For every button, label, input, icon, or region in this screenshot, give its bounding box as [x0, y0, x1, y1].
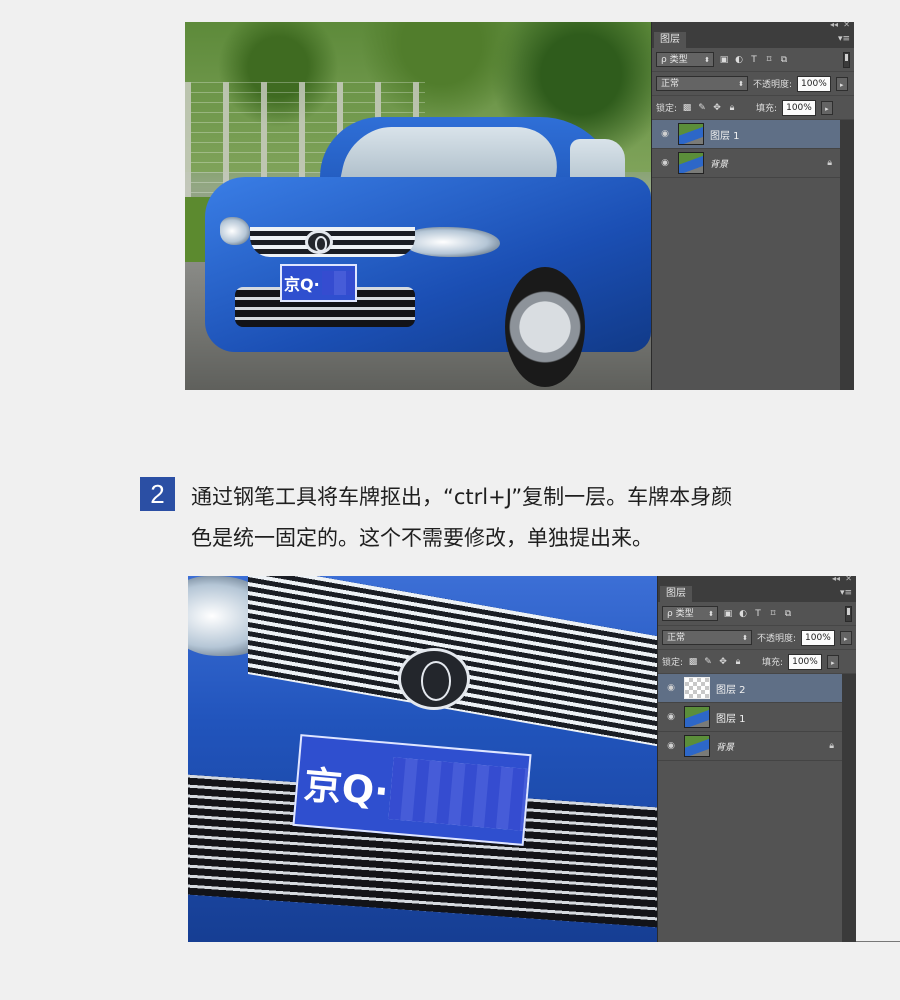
- lock-all-icon[interactable]: 🔒︎: [727, 103, 737, 113]
- lock-position-icon[interactable]: ✥: [712, 103, 722, 113]
- adjustment-filter-icon[interactable]: ◐: [734, 55, 744, 65]
- eye-icon[interactable]: ◉: [656, 158, 674, 168]
- shape-filter-icon[interactable]: ⌑: [764, 55, 774, 65]
- tab-layers[interactable]: 图层: [660, 586, 692, 602]
- layer-row-background[interactable]: ◉ 背景 🔒︎: [658, 732, 842, 761]
- opacity-label: 不透明度:: [757, 634, 797, 644]
- scrollbar[interactable]: [842, 674, 856, 942]
- layer-name: 图层 1: [716, 713, 746, 725]
- layer-name: 背景: [716, 742, 735, 753]
- car-photo-2: 京Q·: [188, 576, 657, 942]
- panel-menu-icon[interactable]: ▾≡: [838, 34, 850, 44]
- step-instruction: 通过钢笔工具将车牌抠出，“ctrl+J”复制一层。车牌本身颜 色是统一固定的。这…: [191, 477, 871, 559]
- layer-name: 图层 1: [710, 130, 740, 142]
- fill-input[interactable]: 100%: [782, 99, 816, 116]
- image-filter-icon[interactable]: ▣: [723, 609, 733, 619]
- lock-icon: 🔒︎: [829, 741, 834, 751]
- opacity-input[interactable]: 100%: [801, 629, 835, 646]
- panel-menu-icon[interactable]: ▾≡: [840, 588, 852, 598]
- layer-row-layer1[interactable]: ◉ 图层 1: [652, 120, 840, 149]
- layer-row-background[interactable]: ◉ 背景 🔒︎: [652, 149, 840, 178]
- adjustment-filter-icon[interactable]: ◐: [738, 609, 748, 619]
- screenshot-2: 京Q· ◂◂ ✕ 图层 ▾≡ ρ 类型 ⬍ ▣ ◐ T ⌑ ⧉ 正常 ⬍ 不透明…: [188, 576, 856, 942]
- fill-slider-button[interactable]: ▸: [820, 100, 833, 115]
- lock-position-icon[interactable]: ✥: [718, 657, 728, 667]
- image-filter-icon[interactable]: ▣: [719, 55, 729, 65]
- license-plate: 京Q·: [280, 264, 357, 302]
- step-number-badge: 2: [140, 477, 175, 511]
- filter-toggle[interactable]: [845, 605, 852, 622]
- opacity-input[interactable]: 100%: [797, 75, 831, 92]
- filter-type-label: ρ 类型: [661, 55, 688, 65]
- plate-text: 京Q·: [302, 762, 391, 814]
- eye-icon[interactable]: ◉: [662, 683, 680, 693]
- layer-thumbnail: [684, 735, 710, 757]
- divider-line: [856, 941, 900, 942]
- opacity-slider-button[interactable]: ▸: [839, 630, 852, 645]
- lock-icon: 🔒︎: [827, 158, 832, 168]
- screenshot-1: 京Q· ◂◂ ✕ 图层 ▾≡ ρ 类型 ⬍ ▣ ◐ T ⌑ ⧉ 正常 ⬍ 不透明…: [185, 22, 854, 390]
- blend-mode-dropdown[interactable]: 正常 ⬍: [662, 630, 752, 645]
- lock-image-pixels-icon[interactable]: ✎: [697, 103, 707, 113]
- filter-type-dropdown[interactable]: ρ 类型 ⬍: [662, 606, 718, 621]
- layer-thumbnail: [678, 123, 704, 145]
- close-icon[interactable]: ✕: [845, 576, 852, 583]
- scrollbar[interactable]: [840, 120, 854, 390]
- double-chevron-icon[interactable]: ◂◂: [832, 576, 840, 583]
- layer-thumbnail: [684, 706, 710, 728]
- lock-transparent-pixels-icon[interactable]: ▩: [682, 103, 692, 113]
- layer-thumbnail-transparent: [684, 677, 710, 699]
- updown-arrow-icon: ⬍: [742, 634, 748, 642]
- layer-thumbnail: [678, 152, 704, 174]
- opacity-label: 不透明度:: [753, 80, 793, 90]
- eye-icon[interactable]: ◉: [662, 741, 680, 751]
- eye-icon[interactable]: ◉: [656, 129, 674, 139]
- smart-object-filter-icon[interactable]: ⧉: [783, 609, 793, 619]
- lock-image-pixels-icon[interactable]: ✎: [703, 657, 713, 667]
- tab-layers[interactable]: 图层: [654, 32, 686, 48]
- lock-label: 锁定:: [662, 658, 684, 668]
- updown-arrow-icon: ⬍: [708, 610, 714, 618]
- opacity-slider-button[interactable]: ▸: [835, 76, 848, 91]
- blend-mode-dropdown[interactable]: 正常 ⬍: [656, 76, 748, 91]
- car-image: 京Q·: [205, 117, 651, 390]
- fill-label: 填充:: [756, 104, 778, 114]
- layer-row-layer2[interactable]: ◉ 图层 2: [658, 674, 842, 703]
- layers-panel: ◂◂ ✕ 图层 ▾≡ ρ 类型 ⬍ ▣ ◐ T ⌑ ⧉ 正常 ⬍ 不透明度: 1…: [651, 22, 854, 390]
- step-line-2: 色是统一固定的。这个不需要修改，单独提出来。: [191, 526, 653, 550]
- filter-type-dropdown[interactable]: ρ 类型 ⬍: [656, 52, 714, 67]
- layer-name: 背景: [710, 159, 729, 170]
- blend-mode-value: 正常: [667, 633, 686, 643]
- filter-type-label: ρ 类型: [667, 609, 694, 619]
- smart-object-filter-icon[interactable]: ⧉: [779, 55, 789, 65]
- shape-filter-icon[interactable]: ⌑: [768, 609, 778, 619]
- layers-panel: ◂◂ ✕ 图层 ▾≡ ρ 类型 ⬍ ▣ ◐ T ⌑ ⧉ 正常 ⬍ 不透明度: 1…: [657, 576, 856, 942]
- layer-row-layer1[interactable]: ◉ 图层 1: [658, 703, 842, 732]
- close-icon[interactable]: ✕: [843, 22, 850, 29]
- plate-text: 京Q·: [284, 275, 320, 294]
- type-filter-icon[interactable]: T: [749, 55, 759, 65]
- updown-arrow-icon: ⬍: [704, 56, 710, 64]
- eye-icon[interactable]: ◉: [662, 712, 680, 722]
- lock-label: 锁定:: [656, 104, 678, 114]
- lock-transparent-pixels-icon[interactable]: ▩: [688, 657, 698, 667]
- type-filter-icon[interactable]: T: [753, 609, 763, 619]
- step-line-1: 通过钢笔工具将车牌抠出，“ctrl+J”复制一层。车牌本身颜: [191, 485, 733, 509]
- fill-slider-button[interactable]: ▸: [826, 654, 839, 669]
- car-photo-1: 京Q·: [185, 22, 651, 390]
- updown-arrow-icon: ⬍: [738, 80, 744, 88]
- fill-label: 填充:: [762, 658, 784, 668]
- double-chevron-icon[interactable]: ◂◂: [830, 22, 838, 29]
- car-closeup-image: 京Q·: [188, 576, 657, 942]
- lock-all-icon[interactable]: 🔒︎: [733, 657, 743, 667]
- blend-mode-value: 正常: [661, 79, 680, 89]
- layer-name: 图层 2: [716, 684, 746, 696]
- filter-toggle[interactable]: [843, 51, 850, 68]
- fill-input[interactable]: 100%: [788, 653, 822, 670]
